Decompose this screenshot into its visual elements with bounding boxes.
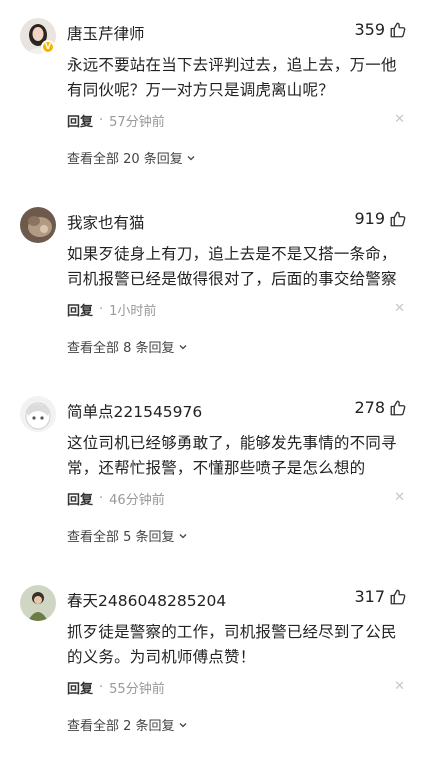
comment-text: 抓歹徒是警察的工作，司机报警已经尽到了公民的义务。为司机师傅点赞！ xyxy=(67,623,397,666)
view-replies-link[interactable]: 查看全部 8 条回复 xyxy=(67,337,188,356)
comment-meta: 回复 · 1小时前 xyxy=(67,300,156,319)
chevron-down-icon xyxy=(178,720,188,730)
separator-dot: · xyxy=(99,491,104,506)
close-icon[interactable]: ✕ xyxy=(394,490,405,505)
comment-item: V 唐玉芹律师 359 永远不要站在当下去评判过去，追上去，万一他有同伙呢？万一… xyxy=(0,18,427,198)
timestamp: 46分钟前 xyxy=(109,493,165,508)
thumbs-up-icon[interactable] xyxy=(389,210,407,228)
avatar[interactable] xyxy=(20,396,56,432)
view-replies-label: 查看全部 2 条回复 xyxy=(67,719,175,734)
separator-dot: · xyxy=(99,302,104,317)
view-replies-label: 查看全部 5 条回复 xyxy=(67,530,175,545)
comment-meta: 回复 · 46分钟前 xyxy=(67,489,165,508)
view-replies-link[interactable]: 查看全部 5 条回复 xyxy=(67,526,188,545)
thumbs-up-icon[interactable] xyxy=(389,399,407,417)
view-replies-label: 查看全部 20 条回复 xyxy=(67,152,183,167)
comment-meta: 回复 · 57分钟前 xyxy=(67,111,165,130)
username[interactable]: 春天2486048285204 xyxy=(67,589,226,611)
separator-dot: · xyxy=(99,113,104,128)
comment-item: 简单点221545976 278 这位司机已经够勇敢了，能够发先事情的不同寻常，… xyxy=(0,396,427,576)
reply-button[interactable]: 回复 xyxy=(67,111,93,130)
chevron-down-icon xyxy=(178,531,188,541)
thumbs-up-icon[interactable] xyxy=(389,588,407,606)
close-icon[interactable]: ✕ xyxy=(394,301,405,316)
chevron-down-icon xyxy=(178,342,188,352)
like-count: 919 xyxy=(354,209,385,228)
username[interactable]: 我家也有猫 xyxy=(67,211,145,233)
comment-text: 永远不要站在当下去评判过去，追上去，万一他有同伙呢？万一对方只是调虎离山呢？ xyxy=(67,56,397,99)
comment-text: 如果歹徒身上有刀，追上去是不是又搭一条命，司机报警已经是做得很对了，后面的事交给… xyxy=(67,245,397,288)
reply-button[interactable]: 回复 xyxy=(67,678,93,697)
username[interactable]: 简单点221545976 xyxy=(67,400,202,422)
view-replies-link[interactable]: 查看全部 2 条回复 xyxy=(67,715,188,734)
timestamp: 57分钟前 xyxy=(109,115,165,130)
avatar[interactable] xyxy=(20,207,56,243)
comment-text: 这位司机已经够勇敢了，能够发先事情的不同寻常，还帮忙报警，不懂那些喷子是怎么想的 xyxy=(67,434,397,477)
separator-dot: · xyxy=(99,680,104,695)
comment-item: 我家也有猫 919 如果歹徒身上有刀，追上去是不是又搭一条命，司机报警已经是做得… xyxy=(0,207,427,387)
like-button[interactable]: 317 xyxy=(354,587,407,606)
view-replies-link[interactable]: 查看全部 20 条回复 xyxy=(67,148,196,167)
reply-button[interactable]: 回复 xyxy=(67,489,93,508)
like-count: 278 xyxy=(354,398,385,417)
username[interactable]: 唐玉芹律师 xyxy=(67,22,145,44)
close-icon[interactable]: ✕ xyxy=(394,679,405,694)
avatar[interactable] xyxy=(20,585,56,621)
like-button[interactable]: 278 xyxy=(354,398,407,417)
comment-item: 春天2486048285204 317 抓歹徒是警察的工作，司机报警已经尽到了公… xyxy=(0,585,427,765)
view-replies-label: 查看全部 8 条回复 xyxy=(67,341,175,356)
timestamp: 1小时前 xyxy=(109,304,157,319)
verified-badge-icon: V xyxy=(41,40,55,54)
close-icon[interactable]: ✕ xyxy=(394,112,405,127)
chevron-down-icon xyxy=(186,153,196,163)
like-count: 359 xyxy=(354,20,385,39)
comment-meta: 回复 · 55分钟前 xyxy=(67,678,165,697)
timestamp: 55分钟前 xyxy=(109,682,165,697)
like-button[interactable]: 919 xyxy=(354,209,407,228)
like-button[interactable]: 359 xyxy=(354,20,407,39)
like-count: 317 xyxy=(354,587,385,606)
thumbs-up-icon[interactable] xyxy=(389,21,407,39)
reply-button[interactable]: 回复 xyxy=(67,300,93,319)
